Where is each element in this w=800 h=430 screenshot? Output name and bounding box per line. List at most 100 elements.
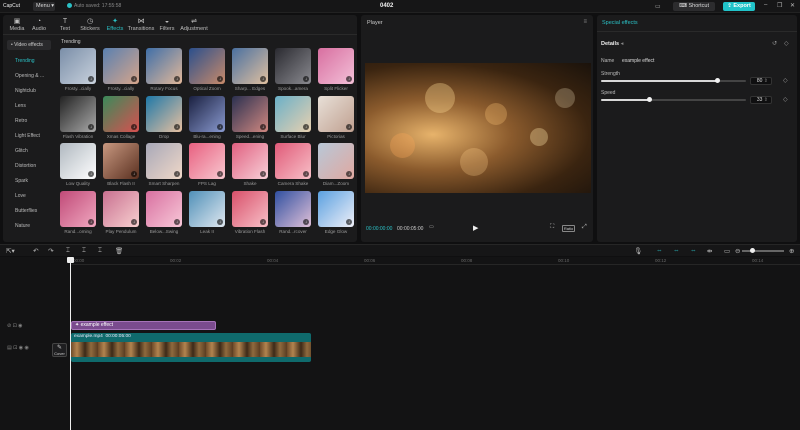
video-clip[interactable]: example.mp4 00:00:05:00	[71, 333, 311, 362]
minimize-icon[interactable]: –	[764, 2, 767, 8]
category-video-effects[interactable]: • Video effects	[7, 40, 51, 50]
effect-thumbnail[interactable]: ↓	[318, 48, 354, 84]
effect-thumbnail[interactable]: ↓	[189, 48, 225, 84]
chevron-down-icon[interactable]: ◂	[621, 41, 624, 47]
category-item[interactable]: Distortion	[7, 161, 51, 171]
tab-media[interactable]: ▣ Media	[7, 17, 27, 32]
track-lock-icon[interactable]: ⊘ ⊡ ◉	[7, 323, 23, 329]
download-icon[interactable]: ↓	[260, 219, 266, 225]
effect-thumbnail[interactable]: ↓	[318, 143, 354, 179]
speed-keyframe-icon[interactable]: ◇	[783, 96, 788, 103]
screen-icon[interactable]: ▭	[724, 247, 730, 255]
effect-thumbnail[interactable]: ↓	[275, 143, 311, 179]
download-icon[interactable]: ↓	[346, 124, 352, 130]
redo-icon[interactable]: ↷	[48, 247, 53, 255]
category-item[interactable]: Light Effect	[7, 131, 51, 141]
download-icon[interactable]: ↓	[260, 171, 266, 177]
strength-keyframe-icon[interactable]: ◇	[783, 77, 788, 84]
microphone-icon[interactable]: 🎙	[634, 247, 642, 255]
effect-thumbnail[interactable]: ↓	[60, 96, 96, 132]
menu-button[interactable]: Menu ▾	[33, 2, 55, 11]
effect-thumbnail[interactable]: ↓	[103, 96, 139, 132]
effect-thumbnail[interactable]: ↓	[232, 48, 268, 84]
maximize-icon[interactable]: ❐	[777, 2, 782, 9]
download-icon[interactable]: ↓	[217, 171, 223, 177]
download-icon[interactable]: ↓	[174, 219, 180, 225]
effect-thumbnail[interactable]: ↓	[318, 96, 354, 132]
zoom-slider[interactable]	[742, 248, 784, 253]
split-left-icon[interactable]: ⌶	[82, 247, 86, 255]
category-item[interactable]: Opening & ...	[7, 71, 51, 81]
category-item[interactable]: Nightclub	[7, 86, 51, 96]
download-icon[interactable]: ↓	[88, 171, 94, 177]
download-icon[interactable]: ↓	[303, 219, 309, 225]
download-icon[interactable]: ↓	[131, 124, 137, 130]
category-item[interactable]: Love	[7, 191, 51, 201]
tab-effects[interactable]: ✦ Effects	[104, 17, 126, 32]
tab-transitions[interactable]: ⋈ Transitions	[126, 17, 156, 32]
keyframe-icon[interactable]: ◇	[784, 40, 789, 47]
download-icon[interactable]: ↓	[217, 219, 223, 225]
effect-thumbnail[interactable]: ↓	[103, 191, 139, 227]
effect-thumbnail[interactable]: ↓	[60, 143, 96, 179]
export-button[interactable]: ⇪ Export	[723, 2, 755, 11]
download-icon[interactable]: ↓	[303, 76, 309, 82]
download-icon[interactable]: ↓	[346, 219, 352, 225]
strength-slider-knob[interactable]	[715, 78, 720, 83]
download-icon[interactable]: ↓	[88, 219, 94, 225]
download-icon[interactable]: ↓	[260, 76, 266, 82]
download-icon[interactable]: ↓	[131, 171, 137, 177]
inspector-title[interactable]: Special effects	[602, 20, 638, 26]
effect-thumbnail[interactable]: ↓	[232, 191, 268, 227]
effect-thumbnail[interactable]: ↓	[189, 143, 225, 179]
speed-slider-knob[interactable]	[646, 97, 652, 102]
category-item[interactable]: Spark	[7, 176, 51, 186]
effect-thumbnail[interactable]: ↓	[232, 96, 268, 132]
download-icon[interactable]: ↓	[88, 76, 94, 82]
strength-input[interactable]: 80 ⇕	[750, 77, 772, 85]
download-icon[interactable]: ↓	[217, 124, 223, 130]
effect-thumbnail[interactable]: ↓	[189, 96, 225, 132]
download-icon[interactable]: ↓	[174, 76, 180, 82]
split-right-icon[interactable]: ⌶	[98, 247, 102, 255]
strength-slider[interactable]	[601, 78, 746, 83]
effect-thumbnail[interactable]: ↓	[146, 48, 182, 84]
category-item[interactable]: Butterflies	[7, 206, 51, 216]
tab-text[interactable]: T Text	[55, 17, 75, 32]
tab-stickers[interactable]: ◷ Stickers	[77, 17, 103, 32]
download-icon[interactable]: ↓	[174, 124, 180, 130]
layout-icon[interactable]: ▭	[655, 3, 661, 10]
shortcut-button[interactable]: ⌨ Shortcut	[673, 2, 715, 11]
download-icon[interactable]: ↓	[131, 76, 137, 82]
download-icon[interactable]: ↓	[346, 171, 352, 177]
cover-button[interactable]: ✎ Cover	[52, 343, 67, 357]
playhead-handle[interactable]	[67, 257, 74, 263]
delete-icon[interactable]: 🗑	[115, 247, 123, 255]
category-item[interactable]: Nature	[7, 221, 51, 231]
effect-thumbnail[interactable]: ↓	[275, 96, 311, 132]
download-icon[interactable]: ↓	[131, 219, 137, 225]
time-ruler[interactable]: 00:00 00:02 00:04 00:06 00:08 00:10 00:12 00:14	[70, 257, 800, 265]
download-icon[interactable]: ↓	[346, 76, 352, 82]
fullscreen-crop-icon[interactable]: ⛶	[550, 224, 554, 231]
speed-input[interactable]: 33 ⇕	[750, 96, 772, 104]
effect-thumbnail[interactable]: ↓	[275, 191, 311, 227]
category-item[interactable]: Retro	[7, 116, 51, 126]
close-icon[interactable]: ✕	[790, 2, 795, 9]
download-icon[interactable]: ↓	[88, 124, 94, 130]
split-icon[interactable]: ⌶	[66, 247, 70, 255]
select-tool-icon[interactable]: ⇱▾	[6, 247, 15, 255]
effect-thumbnail[interactable]: ↓	[146, 96, 182, 132]
effect-thumbnail[interactable]: ↓	[189, 191, 225, 227]
undo-icon[interactable]: ↶	[33, 247, 38, 255]
player-menu-icon[interactable]: ≡	[583, 19, 587, 25]
effect-clip[interactable]: ✦ example effect	[71, 321, 216, 330]
category-item[interactable]: Lens	[7, 101, 51, 111]
download-icon[interactable]: ↓	[174, 171, 180, 177]
effect-thumbnail[interactable]: ↓	[103, 143, 139, 179]
zoom-out-icon[interactable]: ⊖	[735, 247, 740, 255]
effect-thumbnail[interactable]: ↓	[60, 191, 96, 227]
effect-thumbnail[interactable]: ↓	[275, 48, 311, 84]
zoom-in-icon[interactable]: ⊕	[789, 247, 794, 255]
main-track-magnet-icon[interactable]: ⇔	[656, 247, 663, 254]
